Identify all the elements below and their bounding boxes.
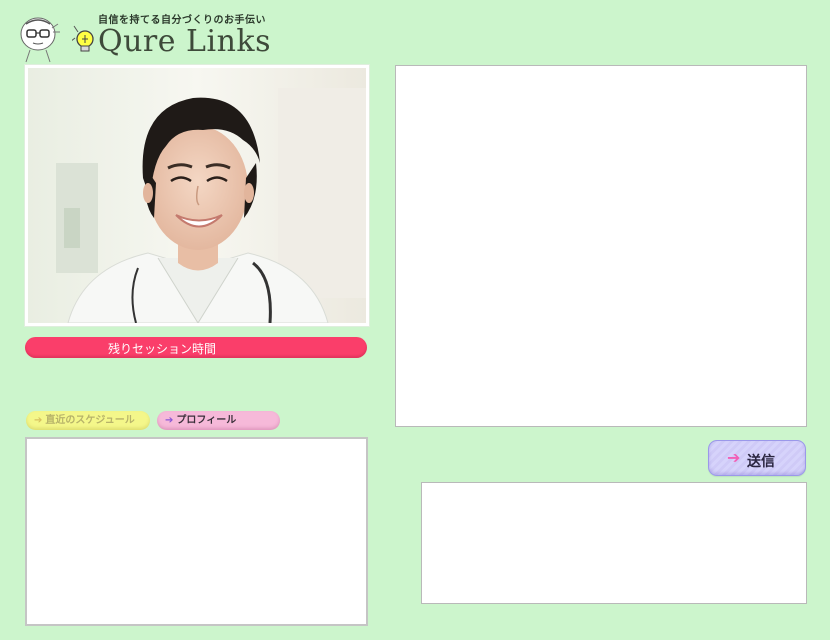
lightbulb-icon xyxy=(72,25,94,52)
logo-title: Qure Links xyxy=(98,24,271,59)
arrow-right-icon: ➔ xyxy=(34,415,43,426)
tab-schedule-label: 直近のスケジュール xyxy=(45,415,135,426)
schedule-panel[interactable] xyxy=(25,437,368,626)
counselor-portrait-image xyxy=(28,68,366,323)
tab-profile[interactable]: ➔ プロフィール xyxy=(157,411,280,430)
send-button-label: 送信 xyxy=(747,454,775,470)
mascot-doctor-icon xyxy=(20,17,60,63)
session-time-label: 残りセッション時間 xyxy=(108,342,217,356)
chat-log-panel[interactable] xyxy=(395,65,807,427)
message-input[interactable] xyxy=(421,482,807,604)
counselor-photo xyxy=(25,65,369,326)
tab-schedule[interactable]: ➔ 直近のスケジュール xyxy=(26,411,150,430)
arrow-right-icon: ➔ xyxy=(727,448,741,467)
session-time-bar: 残りセッション時間 xyxy=(25,337,367,358)
send-button[interactable]: ➔ 送信 xyxy=(708,440,806,476)
arrow-right-icon: ➔ xyxy=(165,415,174,426)
site-logo[interactable]: 自信を持てる自分づくりのお手伝い Qure Links xyxy=(18,10,298,66)
tab-profile-label: プロフィール xyxy=(176,415,237,426)
